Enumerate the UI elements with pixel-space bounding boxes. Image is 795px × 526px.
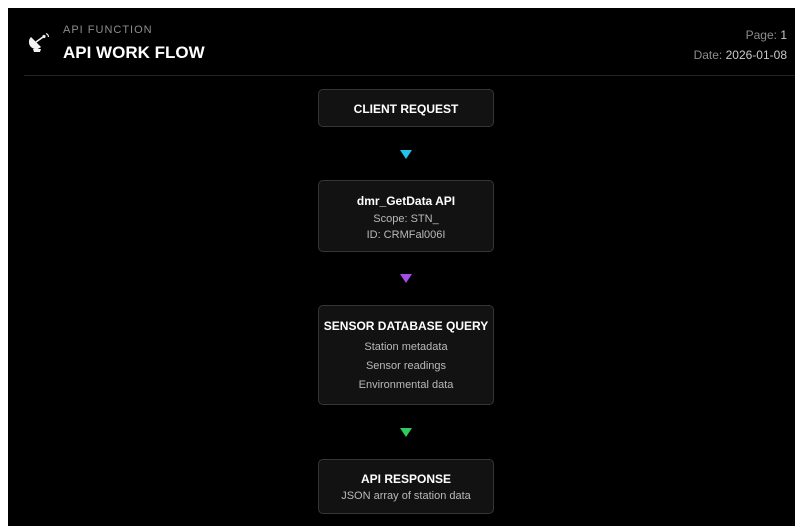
node-detail: JSON array of station data bbox=[341, 490, 471, 502]
node-detail: Environmental data bbox=[358, 379, 454, 391]
date-label: Date: bbox=[693, 48, 723, 62]
flow-arrow-down-icon bbox=[400, 428, 412, 437]
flow-arrow-down-icon bbox=[400, 150, 412, 159]
node-detail: Sensor readings bbox=[365, 360, 447, 372]
node-detail: Scope: STN_ bbox=[373, 213, 439, 225]
node-detail: Station metadata bbox=[364, 341, 448, 353]
date-value: 2026-01-08 bbox=[725, 48, 787, 62]
diagram-canvas: API FUNCTION API WORK FLOW Page: 1 Date:… bbox=[8, 8, 795, 526]
node-detail: ID: CRMFal006I bbox=[366, 229, 446, 241]
page-label: Page: bbox=[745, 28, 777, 42]
header-kicker: API FUNCTION bbox=[63, 24, 153, 36]
flow-node-database-query: SENSOR DATABASE QUERY Station metadata S… bbox=[318, 305, 494, 405]
flow-node-api-response: API RESPONSE JSON array of station data bbox=[318, 459, 494, 514]
page-value: 1 bbox=[780, 28, 787, 42]
document-date: Date: 2026-01-08 bbox=[694, 48, 787, 62]
node-title: API RESPONSE bbox=[360, 472, 452, 486]
node-title: dmr_GetData API bbox=[356, 194, 456, 208]
header-divider bbox=[24, 75, 795, 76]
flow-node-api-call: dmr_GetData API Scope: STN_ ID: CRMFal00… bbox=[318, 180, 494, 252]
satellite-dish-icon bbox=[28, 32, 50, 54]
node-title: CLIENT REQUEST bbox=[353, 102, 459, 116]
page-title: API WORK FLOW bbox=[63, 43, 205, 62]
header: API FUNCTION API WORK FLOW Page: 1 Date:… bbox=[8, 8, 795, 76]
flow-node-client-request: CLIENT REQUEST bbox=[318, 89, 494, 127]
page-number: Page: 1 bbox=[746, 28, 787, 42]
node-title: SENSOR DATABASE QUERY bbox=[323, 319, 489, 333]
flow-arrow-down-icon bbox=[400, 274, 412, 283]
